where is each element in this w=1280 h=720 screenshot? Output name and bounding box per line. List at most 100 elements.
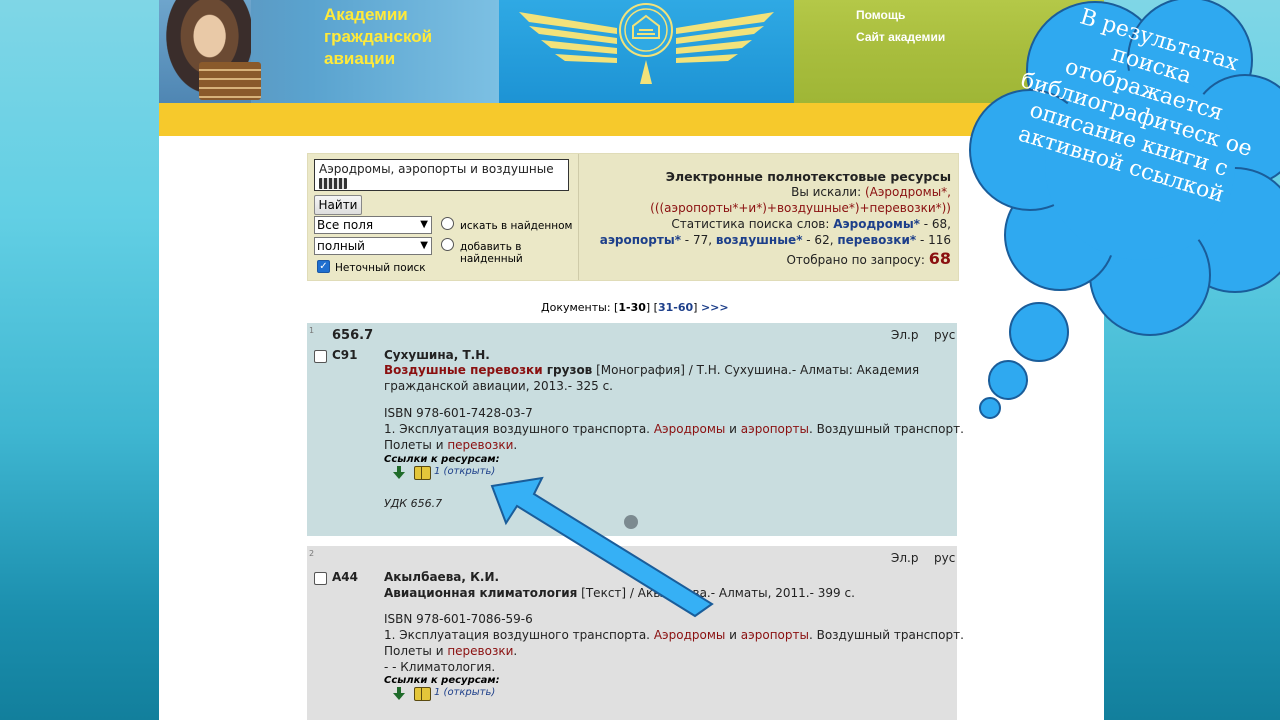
- searched-label: Вы искали:: [791, 185, 862, 199]
- chevron-down-icon: ▼: [420, 240, 428, 251]
- search-mode-select[interactable]: полный ▼: [314, 237, 432, 255]
- searched-query-part1: (Аэродромы*,: [864, 185, 951, 199]
- academy-site-link[interactable]: Сайт академии: [856, 30, 945, 44]
- search-field-value: Все поля: [317, 218, 374, 232]
- open-resource-link[interactable]: 1 (открыть): [434, 466, 495, 477]
- result-record: 1 656.7 Эл.р рус С91 Сухушина, Т.Н. Возд…: [307, 323, 964, 536]
- search-in-found-label: искать в найденном: [460, 220, 573, 232]
- academy-line-2: гражданской: [324, 27, 433, 46]
- subject-text: Полеты и: [384, 644, 448, 658]
- subject-text: 1. Эксплуатация воздушного транспорта.: [384, 422, 654, 436]
- cursor-dot: [624, 515, 638, 529]
- open-resource-link[interactable]: 1 (открыть): [434, 687, 495, 698]
- pager-next-range-link[interactable]: 31-60: [658, 301, 693, 314]
- search-query-text: Аэродромы, аэропорты и воздушные: [319, 162, 554, 176]
- record-title-highlight: Воздушные перевозки: [384, 363, 543, 377]
- fuzzy-search-checkbox[interactable]: ✓: [317, 260, 330, 273]
- subject-text: 1. Эксплуатация воздушного транспорта.: [384, 628, 654, 642]
- record-description-2: гражданской авиации, 2013.- 325 с.: [384, 379, 613, 393]
- search-field-select[interactable]: Все поля ▼: [314, 216, 432, 234]
- stat-count-2: - 77,: [680, 233, 716, 247]
- resource-links-label: Ссылки к ресурсам:: [384, 675, 500, 686]
- stats-line-1: Статистика поиска слов: Аэродромы* - 68,: [671, 217, 951, 231]
- fuzzy-search-label: Неточный поиск: [335, 262, 426, 274]
- search-panel: Аэродромы, аэропорты и воздушные Найти В…: [307, 153, 959, 281]
- selected-label: Отобрано по запросу:: [786, 253, 925, 267]
- search-query-input[interactable]: Аэродромы, аэропорты и воздушные: [314, 159, 569, 191]
- stat-count-3: - 62,: [802, 233, 838, 247]
- header-yellow-bar: [159, 103, 1104, 136]
- info-title: Электронные полнотекстовые ресурсы: [665, 169, 951, 184]
- result-record: 2 Эл.р рус А44 Акылбаева, К.И. Авиационн…: [307, 546, 964, 720]
- record-isbn: ISBN 978-601-7086-59-6: [384, 612, 533, 626]
- record-subjects-2: Полеты и перевозки.: [384, 438, 517, 452]
- open-book-icon[interactable]: [414, 687, 431, 701]
- winged-emblem-logo: [519, 3, 774, 84]
- subject-highlight: аэропорты: [740, 628, 809, 642]
- record-select-checkbox[interactable]: [314, 350, 327, 363]
- subject-highlight: перевозки: [447, 644, 514, 658]
- selected-count: 68: [928, 249, 951, 268]
- stat-word-2: аэропорты*: [599, 233, 681, 247]
- record-title-line: Авиационная климатология [Текст] / Акылб…: [384, 586, 855, 600]
- selected-line: Отобрано по запросу: 68: [786, 249, 951, 268]
- stat-count-4: - 116: [916, 233, 951, 247]
- academy-line-1: Академии: [324, 5, 408, 24]
- stat-word-3: воздушные*: [715, 233, 803, 247]
- resource-links-label: Ссылки к ресурсам:: [384, 454, 500, 465]
- stats-line-2: аэропорты* - 77, воздушные* - 62, перево…: [600, 233, 951, 247]
- add-to-found-label: добавить в найденный: [460, 241, 523, 265]
- stat-word-1: Аэродромы*: [833, 217, 920, 231]
- record-description-1: [Монография] / Т.Н. Сухушина.- Алматы: А…: [592, 363, 920, 377]
- open-book-icon[interactable]: [414, 466, 431, 480]
- academy-title: Академии гражданской авиации: [324, 4, 432, 70]
- record-udk: УДК 656.7: [384, 497, 443, 510]
- record-title-line: Воздушные перевозки грузов [Монография] …: [384, 363, 919, 377]
- virtual-keyboard-icon[interactable]: [319, 178, 347, 189]
- record-el-resource: Эл.р: [891, 551, 919, 565]
- record-isbn: ISBN 978-601-7428-03-7: [384, 406, 533, 420]
- record-number: 2: [309, 549, 315, 558]
- pager-label: Документы:: [541, 301, 611, 314]
- books-image: [199, 62, 261, 100]
- record-class-code: 656.7: [332, 328, 374, 343]
- record-number: 1: [309, 326, 315, 335]
- record-author: Сухушина, Т.Н.: [384, 348, 490, 362]
- subject-text: Полеты и: [384, 438, 448, 452]
- download-icon[interactable]: [393, 472, 405, 479]
- subject-highlight: Аэродромы: [653, 422, 726, 436]
- pager-next-arrows-link[interactable]: >>>: [701, 301, 729, 314]
- searched-line: Вы искали: (Аэродромы*,: [791, 185, 951, 199]
- record-subjects-1: 1. Эксплуатация воздушного транспорта. А…: [384, 628, 964, 642]
- pager-current: 1-30: [618, 301, 646, 314]
- pagination: Документы: [1-30] [31-60] >>>: [541, 301, 729, 314]
- subject-text: .: [513, 644, 518, 658]
- record-subjects-2: Полеты и перевозки.: [384, 644, 517, 658]
- search-info: Электронные полнотекстовые ресурсы Вы ис…: [580, 154, 956, 280]
- record-shelf-code: А44: [332, 570, 358, 584]
- site-header: Академии гражданской авиации Помощь Сайт…: [159, 0, 1104, 103]
- header-banner-left: Академии гражданской авиации: [159, 0, 499, 103]
- subject-highlight: перевозки: [447, 438, 514, 452]
- subject-highlight: Аэродромы: [653, 628, 726, 642]
- record-author: Акылбаева, К.И.: [384, 570, 500, 584]
- record-language: рус: [934, 551, 956, 565]
- record-el-resource: Эл.р: [891, 328, 919, 342]
- record-title: Авиационная климатология: [384, 586, 578, 600]
- search-form: Аэродромы, аэропорты и воздушные Найти В…: [308, 154, 579, 280]
- subject-text: и: [725, 422, 741, 436]
- stats-label: Статистика поиска слов:: [671, 217, 830, 231]
- add-to-found-radio[interactable]: [441, 238, 454, 251]
- find-button[interactable]: Найти: [314, 195, 362, 215]
- subject-highlight: аэропорты: [740, 422, 809, 436]
- record-subjects-3: - - Климатология.: [384, 660, 496, 674]
- stat-word-4: перевозки*: [837, 233, 917, 247]
- record-select-checkbox[interactable]: [314, 572, 327, 585]
- subject-text: .: [513, 438, 518, 452]
- record-subjects-1: 1. Эксплуатация воздушного транспорта. А…: [384, 422, 964, 436]
- help-link[interactable]: Помощь: [856, 8, 905, 22]
- download-icon[interactable]: [393, 693, 405, 700]
- search-in-found-radio[interactable]: [441, 217, 454, 230]
- record-language: рус: [934, 328, 956, 342]
- record-description-1: [Текст] / Акылбаева.- Алматы, 2011.- 399…: [577, 586, 855, 600]
